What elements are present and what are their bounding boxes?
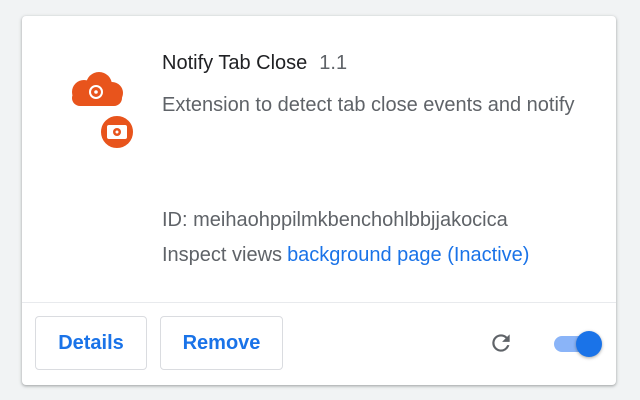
reload-icon[interactable] xyxy=(488,330,514,356)
remove-button[interactable]: Remove xyxy=(160,316,283,370)
extension-id: ID: meihaohppilmkbenchohlbbjjakocica xyxy=(162,209,508,231)
enable-toggle[interactable] xyxy=(554,330,602,358)
extension-icon xyxy=(62,66,136,156)
extension-name-row: Notify Tab Close 1.1 xyxy=(162,52,347,75)
extension-description: Extension to detect tab close events and… xyxy=(162,94,575,116)
extension-name: Notify Tab Close xyxy=(162,52,308,74)
card-divider xyxy=(22,302,616,303)
extension-version: 1.1 xyxy=(319,52,348,74)
background-page-link[interactable]: background page (Inactive) xyxy=(287,244,529,266)
inspect-views-label: Inspect views xyxy=(162,244,283,266)
toggle-knob xyxy=(576,331,602,357)
extension-card: Notify Tab Close 1.1 Extension to detect… xyxy=(22,16,616,385)
extensions-page: Notify Tab Close 1.1 Extension to detect… xyxy=(0,0,640,400)
inspect-views-row: Inspect views background page (Inactive) xyxy=(162,244,529,267)
details-button[interactable]: Details xyxy=(35,316,147,370)
